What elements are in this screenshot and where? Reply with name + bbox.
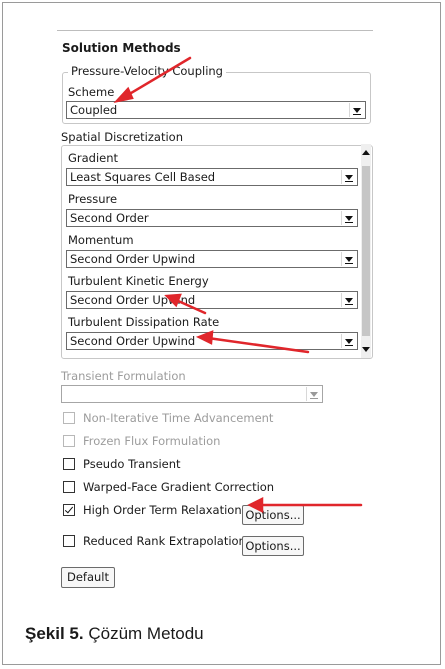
annotation-arrowhead	[113, 86, 134, 103]
annotation-arrow	[124, 56, 192, 98]
annotation-arrow	[174, 298, 207, 315]
figure-caption: Şekil 5. Çözüm Metodu	[25, 624, 204, 644]
annotation-arrowhead	[247, 496, 264, 514]
caption-text: Çözüm Metodu	[83, 624, 204, 643]
annotation-arrowhead	[195, 330, 214, 345]
annotation-arrow	[206, 336, 310, 354]
caption-prefix: Şekil 5.	[25, 624, 84, 643]
annotation-arrows	[113, 56, 363, 514]
annotation-arrowhead	[164, 293, 182, 308]
